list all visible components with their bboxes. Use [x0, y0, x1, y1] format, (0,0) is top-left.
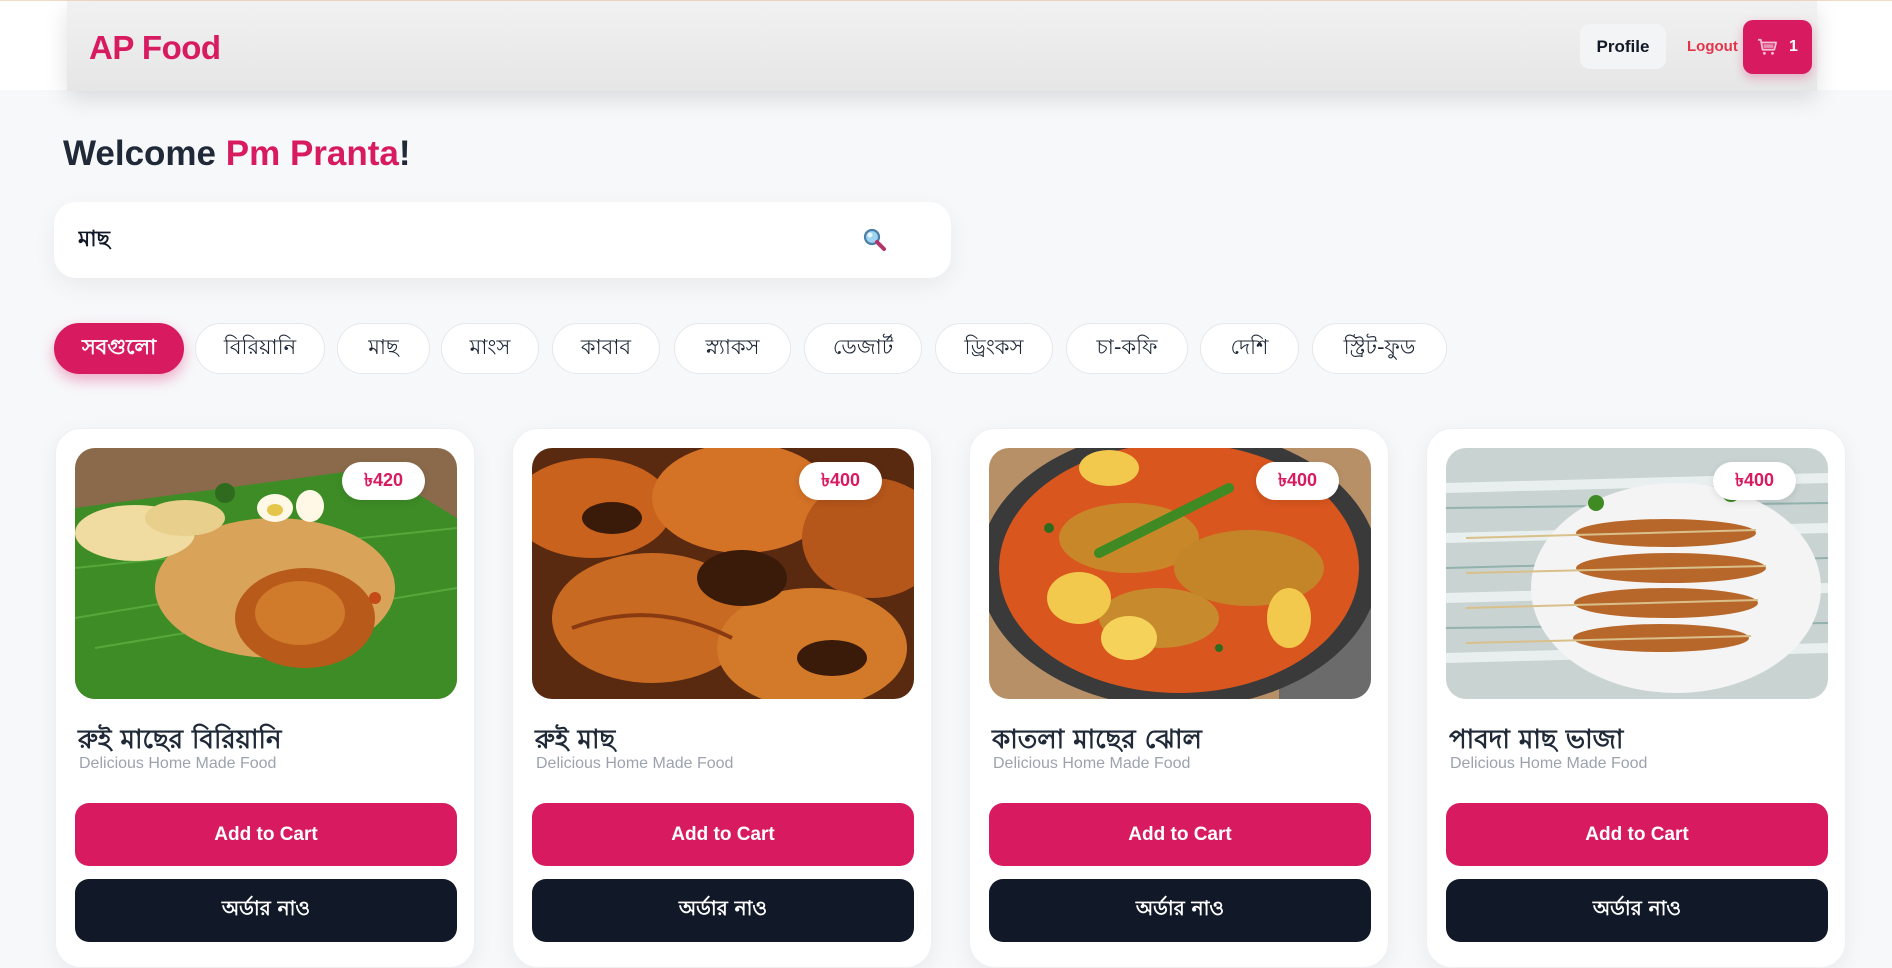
logout-link[interactable]: Logout: [1687, 38, 1738, 55]
add-to-cart-button[interactable]: Add to Cart: [532, 803, 914, 866]
price-badge: ৳400: [1713, 462, 1796, 500]
category-chip-meat[interactable]: মাংস: [441, 323, 539, 374]
category-chip-all[interactable]: সবগুলো: [54, 323, 184, 374]
order-now-button[interactable]: অর্ডার নাও: [989, 879, 1371, 942]
product-subtitle: Delicious Home Made Food: [993, 755, 1191, 772]
product-subtitle: Delicious Home Made Food: [1450, 755, 1648, 772]
search-input[interactable]: [78, 220, 858, 260]
category-chip-tea-coffee[interactable]: চা-কফি: [1066, 323, 1188, 374]
navbar-inner: AP Food Profile Logout 1: [67, 1, 1817, 91]
search-box: [54, 202, 951, 278]
price-badge: ৳400: [1256, 462, 1339, 500]
search-icon[interactable]: [862, 227, 888, 253]
cart-icon: [1758, 38, 1778, 55]
category-chip-snacks[interactable]: স্ন্যাকস: [674, 323, 791, 374]
add-to-cart-button[interactable]: Add to Cart: [75, 803, 457, 866]
welcome-prefix: Welcome: [63, 134, 226, 173]
category-chip-drinks[interactable]: ড্রিংকস: [935, 323, 1053, 374]
logo[interactable]: AP Food: [89, 29, 221, 67]
cart-button[interactable]: 1: [1743, 20, 1812, 74]
order-now-button[interactable]: অর্ডার নাও: [532, 879, 914, 942]
category-chip-kabab[interactable]: কাবাব: [552, 323, 660, 374]
category-chip-biryani[interactable]: বিরিয়ানি: [195, 323, 325, 374]
product-card: ৳400 পাবদা মাছ ভাজা Delicious Home Made …: [1426, 428, 1846, 968]
cart-count-badge: 1: [1789, 38, 1798, 55]
product-subtitle: Delicious Home Made Food: [536, 755, 734, 772]
price-badge: ৳420: [342, 462, 425, 500]
product-subtitle: Delicious Home Made Food: [79, 755, 277, 772]
category-chip-fish[interactable]: মাছ: [337, 323, 430, 374]
category-chip-dessert[interactable]: ডেজার্ট: [804, 323, 922, 374]
price-badge: ৳400: [799, 462, 882, 500]
navbar: AP Food Profile Logout 1: [0, 0, 1892, 91]
add-to-cart-button[interactable]: Add to Cart: [1446, 803, 1828, 866]
user-name: Pm Pranta: [225, 134, 399, 173]
order-now-button[interactable]: অর্ডার নাও: [75, 879, 457, 942]
category-chip-deshi[interactable]: দেশি: [1200, 323, 1299, 374]
product-card: ৳400 রুই মাছ Delicious Home Made Food Ad…: [512, 428, 932, 968]
welcome-heading: Welcome Pm Pranta!: [63, 134, 411, 174]
category-chip-street-food[interactable]: স্ট্রিট-ফুড: [1312, 323, 1447, 374]
profile-button[interactable]: Profile: [1580, 24, 1666, 69]
welcome-suffix: !: [398, 134, 411, 173]
product-card: ৳420 রুই মাছের বিরিয়ানি Delicious Home …: [55, 428, 475, 968]
product-card: ৳400 কাতলা মাছের ঝোল Delicious Home Made…: [969, 428, 1389, 968]
add-to-cart-button[interactable]: Add to Cart: [989, 803, 1371, 866]
order-now-button[interactable]: অর্ডার নাও: [1446, 879, 1828, 942]
